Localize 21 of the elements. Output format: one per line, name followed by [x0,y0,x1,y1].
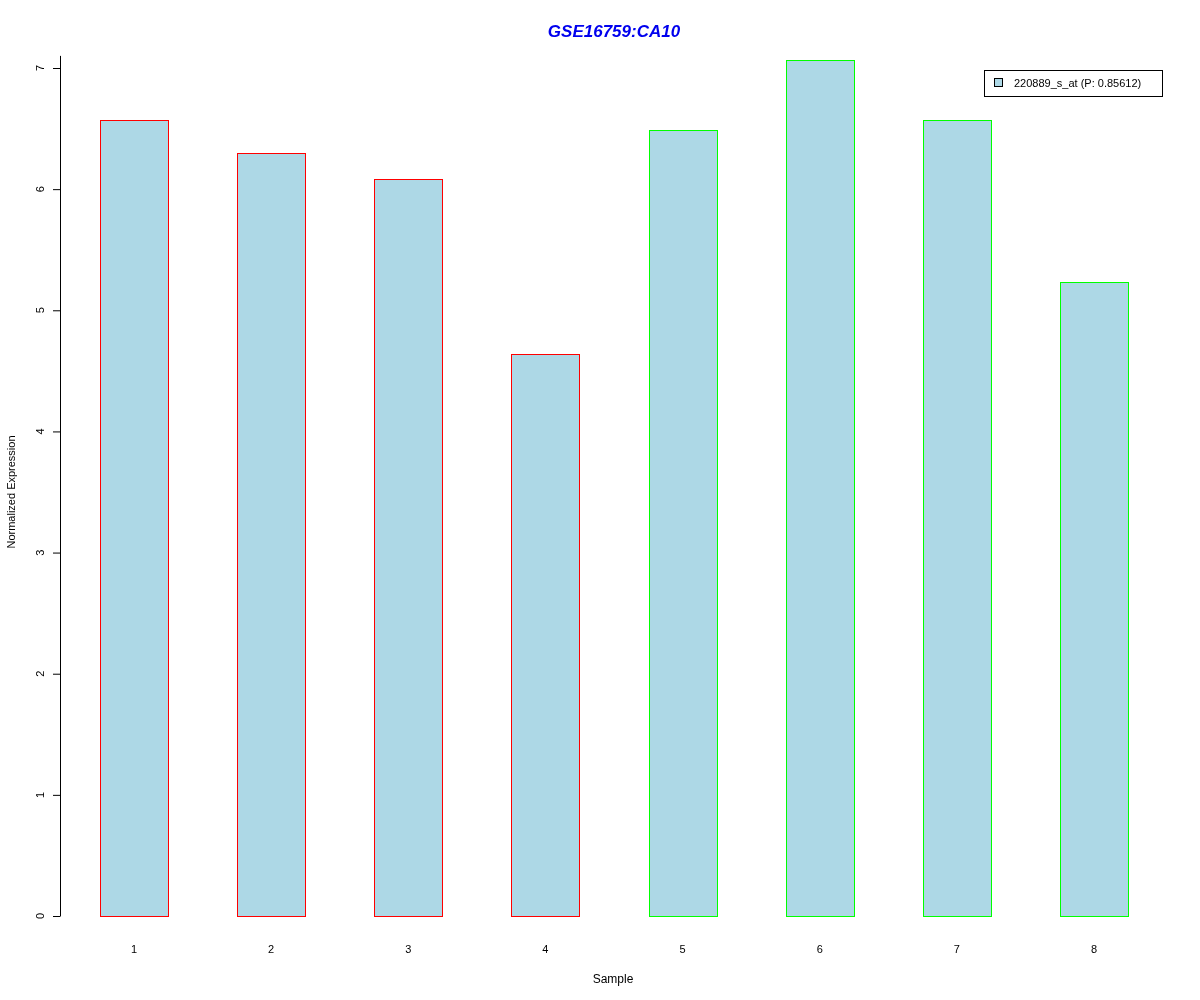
x-tick-label: 3 [405,943,412,955]
x-axis-label: Sample [592,972,634,986]
x-tick-label: 2 [268,943,275,955]
y-tick-label: 5 [34,307,46,314]
y-axis-label: Normalized Expression [5,435,17,549]
y-tick-label: 2 [34,670,46,677]
x-tick-label: 7 [953,943,960,955]
y-tick-label: 1 [34,791,46,798]
y-tick-label: 0 [34,912,46,920]
x-tick-label: 5 [679,943,686,955]
x-tick-label: 1 [130,943,138,955]
legend-label: 220889_s_at (P: 0.85612) [1014,77,1142,89]
chart-title: GSE16759:CA10 [547,22,681,41]
x-tick-label: 6 [816,943,823,955]
legend-swatch [994,78,1003,87]
x-tick-label: 8 [1090,943,1098,955]
y-tick-label: 4 [34,428,46,435]
y-tick-label: 3 [34,549,46,556]
y-tick-label: 6 [34,186,46,193]
y-tick-label: 7 [34,64,46,72]
x-tick-label: 4 [542,943,549,955]
